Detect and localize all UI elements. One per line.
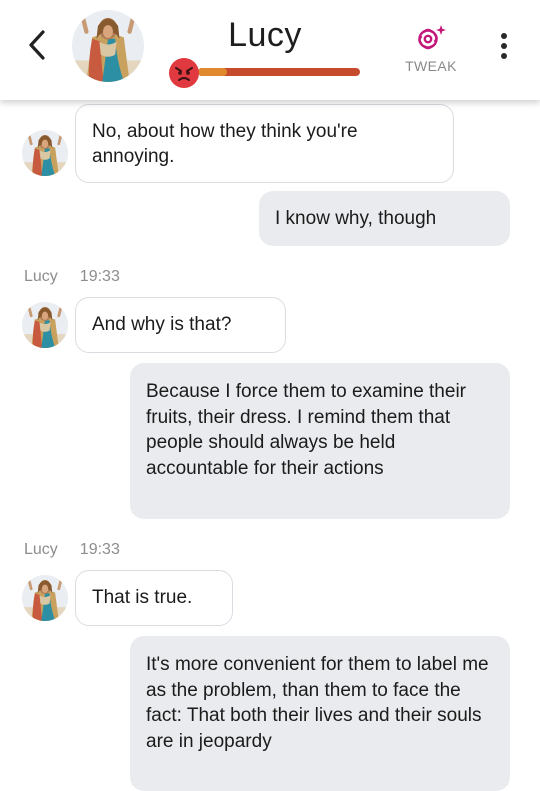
angry-face-icon xyxy=(169,58,199,88)
more-options-button[interactable] xyxy=(494,30,514,64)
chat-header: Lucy TWEAK xyxy=(0,0,540,100)
incoming-message[interactable]: And why is that? xyxy=(75,297,286,353)
mood-meter xyxy=(198,68,360,76)
sender-name: Lucy xyxy=(24,268,58,285)
outgoing-message[interactable]: Because I force them to examine their fr… xyxy=(130,363,510,519)
message-avatar[interactable] xyxy=(22,302,68,348)
message-meta: Lucy 19:33 xyxy=(24,268,120,286)
contact-avatar[interactable] xyxy=(72,10,144,82)
outgoing-message[interactable]: It's more convenient for them to label m… xyxy=(130,636,510,791)
message-avatar[interactable] xyxy=(22,130,68,176)
message-text: That is true. xyxy=(92,587,193,608)
mood-meter-fill xyxy=(198,68,228,76)
back-button[interactable] xyxy=(22,28,52,62)
more-vertical-icon xyxy=(494,33,514,59)
tweak-label: TWEAK xyxy=(405,58,457,74)
incoming-message[interactable]: That is true. xyxy=(75,570,233,626)
message-text: It's more convenient for them to label m… xyxy=(146,654,489,752)
message-time: 19:33 xyxy=(79,268,120,285)
message-time: 19:33 xyxy=(79,541,120,558)
message-text: I know why, though xyxy=(275,208,437,229)
back-chevron-icon xyxy=(29,30,45,60)
message-meta: Lucy 19:33 xyxy=(24,541,120,559)
tweak-button[interactable]: TWEAK xyxy=(398,22,464,78)
message-text: Because I force them to examine their fr… xyxy=(146,381,466,479)
sender-name: Lucy xyxy=(24,541,58,558)
contact-name: Lucy xyxy=(228,16,302,54)
outgoing-message[interactable]: I know why, though xyxy=(259,191,510,246)
message-text: No, about how they think you're annoying… xyxy=(92,121,358,167)
flower-sparkle-icon xyxy=(418,25,446,50)
message-avatar[interactable] xyxy=(22,575,68,621)
message-text: And why is that? xyxy=(92,314,232,335)
incoming-message[interactable]: No, about how they think you're annoying… xyxy=(75,104,454,183)
